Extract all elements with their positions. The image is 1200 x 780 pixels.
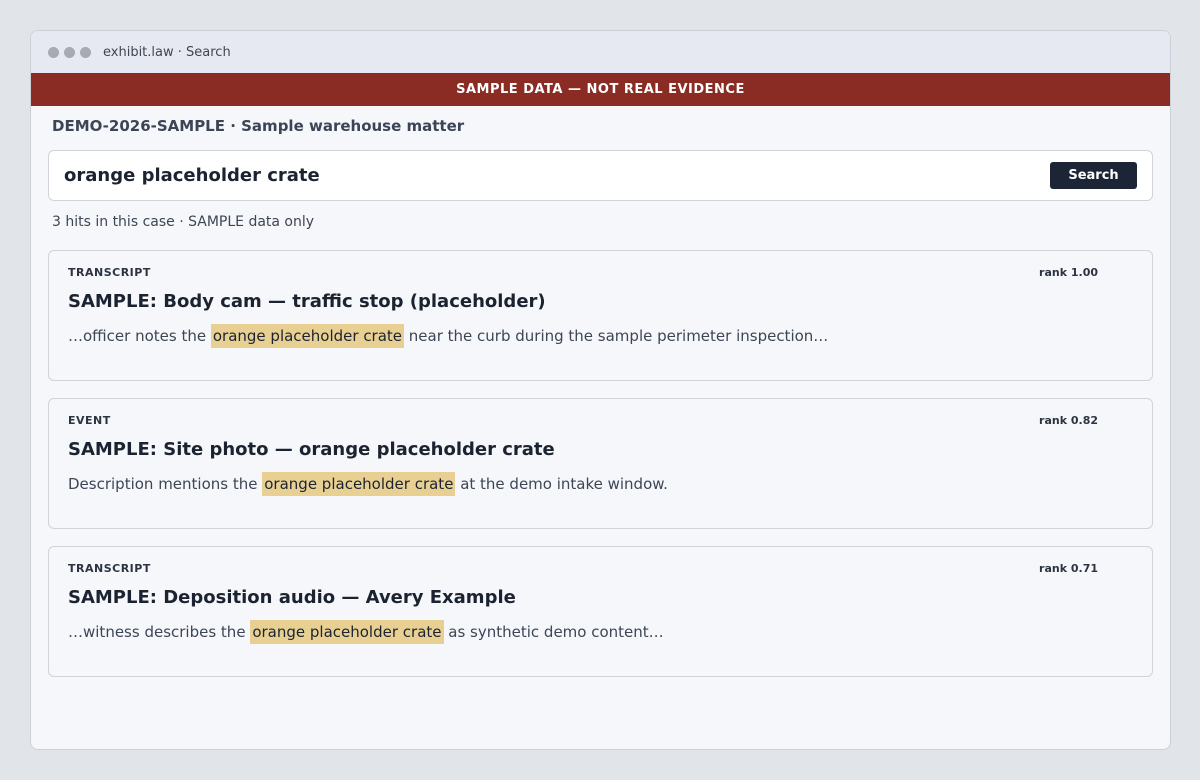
result-card[interactable]: TRANSCRIPT rank 0.71 SAMPLE: Deposition … bbox=[48, 546, 1153, 677]
snippet-after: at the demo intake window. bbox=[455, 475, 668, 493]
case-title: DEMO-2026-SAMPLE · Sample warehouse matt… bbox=[52, 117, 465, 135]
result-rank: rank 0.82 bbox=[1039, 414, 1098, 427]
result-snippet: …witness describes the orange placeholde… bbox=[68, 620, 664, 644]
snippet-before: …witness describes the bbox=[68, 623, 251, 641]
banner-text: SAMPLE DATA — NOT REAL EVIDENCE bbox=[456, 82, 745, 97]
title-bar: exhibit.law · Search bbox=[31, 31, 1170, 73]
search-input[interactable] bbox=[49, 151, 1050, 200]
search-bar: Search bbox=[48, 150, 1153, 201]
result-type-label: TRANSCRIPT bbox=[68, 562, 151, 575]
snippet-highlight: orange placeholder crate bbox=[250, 620, 444, 644]
result-type-label: EVENT bbox=[68, 414, 111, 427]
result-title[interactable]: SAMPLE: Deposition audio — Avery Example bbox=[68, 587, 516, 608]
snippet-before: Description mentions the bbox=[68, 475, 263, 493]
search-button[interactable]: Search bbox=[1050, 162, 1137, 189]
snippet-before: …officer notes the bbox=[68, 327, 211, 345]
result-card[interactable]: EVENT rank 0.82 SAMPLE: Site photo — ora… bbox=[48, 398, 1153, 529]
close-window-dot[interactable] bbox=[48, 46, 59, 58]
snippet-highlight: orange placeholder crate bbox=[210, 324, 405, 348]
maximize-window-dot[interactable] bbox=[80, 46, 91, 58]
browser-window: exhibit.law · Search SAMPLE DATA — NOT R… bbox=[30, 30, 1171, 750]
result-snippet: …officer notes the orange placeholder cr… bbox=[68, 324, 829, 348]
result-card[interactable]: TRANSCRIPT rank 1.00 SAMPLE: Body cam — … bbox=[48, 250, 1153, 381]
sample-data-banner: SAMPLE DATA — NOT REAL EVIDENCE bbox=[31, 73, 1170, 106]
results-list: TRANSCRIPT rank 1.00 SAMPLE: Body cam — … bbox=[48, 250, 1153, 694]
window-title: exhibit.law · Search bbox=[103, 44, 231, 60]
hits-summary: 3 hits in this case · SAMPLE data only bbox=[52, 214, 315, 230]
result-type-label: TRANSCRIPT bbox=[68, 266, 151, 279]
result-snippet: Description mentions the orange placehol… bbox=[68, 472, 668, 496]
snippet-after: near the curb during the sample perimete… bbox=[404, 327, 829, 345]
minimize-window-dot[interactable] bbox=[64, 46, 75, 58]
result-title[interactable]: SAMPLE: Body cam — traffic stop (placeho… bbox=[68, 291, 546, 312]
result-title[interactable]: SAMPLE: Site photo — orange placeholder … bbox=[68, 439, 555, 460]
snippet-highlight: orange placeholder crate bbox=[262, 472, 456, 496]
snippet-after: as synthetic demo content… bbox=[443, 623, 664, 641]
result-rank: rank 1.00 bbox=[1039, 266, 1098, 279]
result-rank: rank 0.71 bbox=[1039, 562, 1098, 575]
